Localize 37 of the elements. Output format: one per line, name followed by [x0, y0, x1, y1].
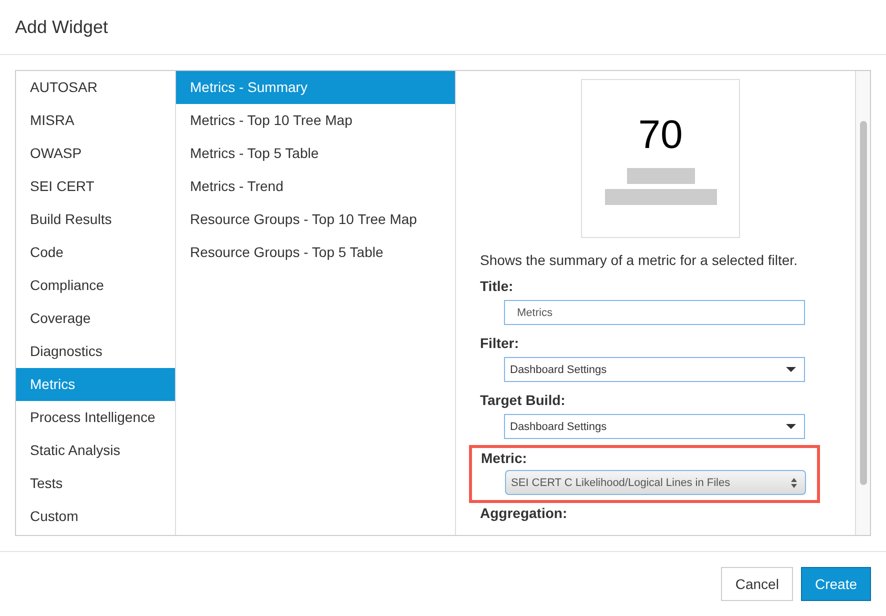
category-item[interactable]: SEI CERT [16, 170, 175, 203]
widget-item[interactable]: Metrics - Top 10 Tree Map [176, 104, 455, 137]
category-item[interactable]: Tests [16, 467, 175, 500]
category-item[interactable]: OWASP [16, 137, 175, 170]
scrollbar[interactable] [855, 71, 870, 535]
category-item[interactable]: Diagnostics [16, 335, 175, 368]
field-label: Metric: [481, 450, 528, 466]
category-item[interactable]: Static Analysis [16, 434, 175, 467]
field-label: Target Build: [480, 392, 566, 408]
caret-icon [786, 424, 796, 429]
cancel-button[interactable]: Cancel [721, 567, 793, 601]
category-item[interactable]: Process Intelligence [16, 401, 175, 434]
category-item[interactable]: Custom [16, 500, 175, 533]
widget-item[interactable]: Metrics - Trend [176, 170, 455, 203]
field-label: Filter: [480, 335, 520, 351]
scrollbar-thumb[interactable] [860, 121, 866, 485]
dropdown[interactable]: Dashboard Settings [504, 414, 805, 439]
category-item[interactable]: Coverage [16, 302, 175, 335]
caret-icon [786, 367, 796, 372]
dropdown[interactable]: SEI CERT C Likelihood/Logical Lines in Files [505, 470, 806, 495]
category-item[interactable]: MISRA [16, 104, 175, 137]
widget-item[interactable]: Metrics - Top 5 Table [176, 137, 455, 170]
preview-value: 70 [638, 112, 683, 158]
field-label: Aggregation: [480, 505, 568, 521]
up-down-icon [791, 478, 797, 488]
dropdown[interactable]: Dashboard Settings [504, 357, 805, 382]
widget-item[interactable]: Resource Groups - Top 10 Tree Map [176, 203, 455, 236]
title-input[interactable]: Metrics [504, 300, 805, 325]
category-item[interactable]: AUTOSAR [16, 71, 175, 104]
placeholder-bar [626, 168, 694, 184]
widget-description: Shows the summary of a metric for a selected filter. [480, 252, 798, 268]
category-item[interactable]: Build Results [16, 203, 175, 236]
widget-item[interactable]: Resource Groups - Top 5 Table [176, 236, 455, 269]
category-item[interactable]: Compliance [16, 269, 175, 302]
field-label: Title: [480, 278, 514, 294]
dialog-title: Add Widget [15, 16, 108, 38]
category-item[interactable]: Code [16, 236, 175, 269]
